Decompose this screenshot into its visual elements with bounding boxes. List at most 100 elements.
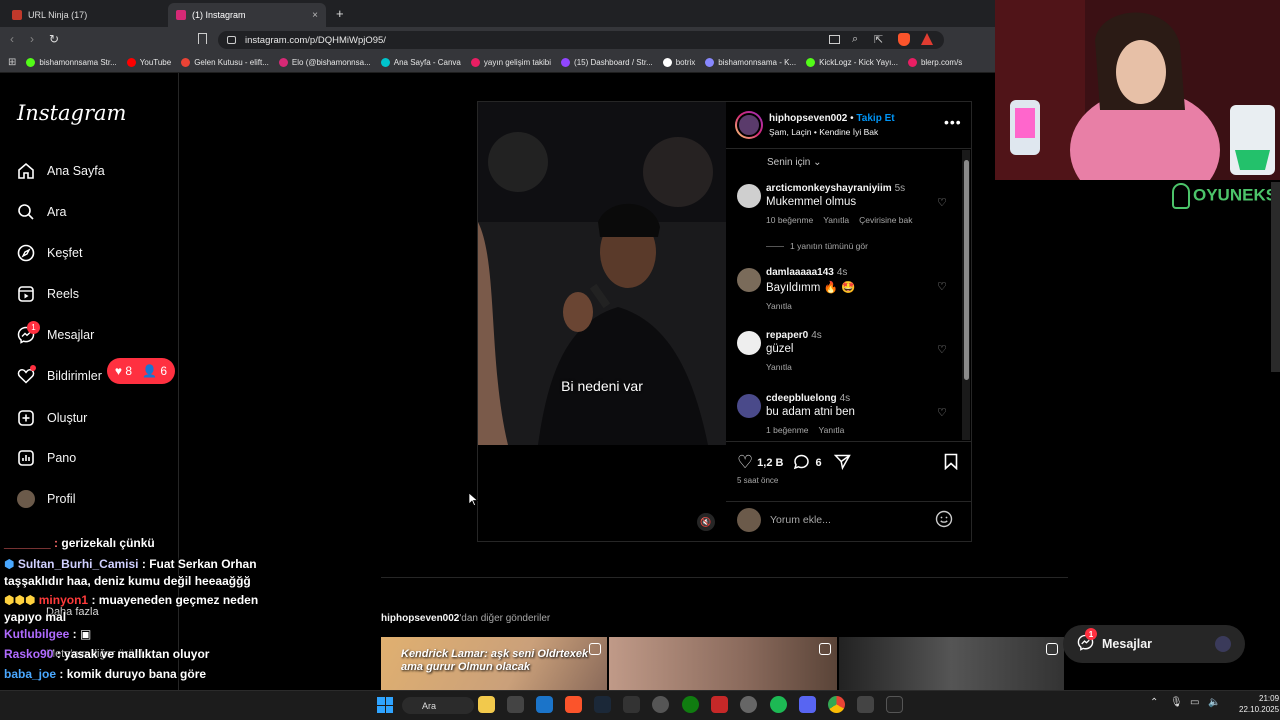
taskbar-search[interactable]: Ara [402,697,474,714]
comment-user[interactable]: damlaaaaa143 4s [766,267,957,278]
comment-avatar[interactable] [737,184,761,208]
capcut-icon[interactable] [886,696,903,713]
brave-icon[interactable] [565,696,582,713]
site-info-icon[interactable] [227,36,236,44]
comment-sort[interactable]: Senin için ⌄ [767,157,822,168]
share-icon[interactable] [833,453,851,473]
comment-user[interactable]: cdeepbluelong 4s [766,393,957,404]
bookmark-item[interactable]: botrix [662,58,695,67]
comment-likes[interactable]: 10 beğenme [766,215,813,225]
post-audio-location[interactable]: Şam, Laçin • Kendine İyi Bak [769,127,878,137]
bookmark-item[interactable]: (15) Dashboard / Str... [561,58,653,67]
like-count[interactable]: 1,2 B [757,457,783,469]
comment-icon[interactable] [793,453,810,473]
comment-avatar[interactable] [737,268,761,292]
store-icon[interactable] [507,696,524,713]
discord-icon[interactable] [799,696,816,713]
app-icon[interactable] [711,696,728,713]
forward-icon[interactable]: › [30,32,34,46]
network-icon[interactable]: ▭ [1190,697,1199,708]
post-timestamp[interactable]: 5 saat önce [737,476,778,485]
notification-summary-pill[interactable]: ♥ 8 👤 6 [107,358,175,384]
emoji-icon[interactable] [935,510,953,533]
chrome-icon[interactable] [828,696,845,713]
comment-likes[interactable]: 1 beğenme [766,425,809,435]
bookmark-item[interactable]: Gelen Kutusu - elift... [181,58,269,67]
sidebar-item-reels[interactable]: Reels [17,279,167,309]
volume-icon[interactable]: 🔈 [1208,697,1220,708]
like-icon[interactable]: ♡ [737,452,753,473]
author-username[interactable]: hiphopseven002 [769,113,847,124]
reload-icon[interactable]: ↻ [49,32,59,46]
more-post-thumbnail[interactable] [839,637,1064,690]
comment-like-icon[interactable]: ♡ [937,196,947,209]
author-avatar[interactable] [735,111,763,139]
comment-avatar[interactable] [737,394,761,418]
mute-icon[interactable]: 🔇 [697,513,715,531]
translate-button[interactable]: Çevirisine bak [859,215,912,225]
bookmark-item[interactable]: yayın gelişim takibi [470,58,551,67]
xbox-icon[interactable] [682,696,699,713]
sidebar-item-dashboard[interactable]: Pano [17,443,167,473]
chevron-up-icon[interactable]: ⌃ [1150,697,1158,708]
comment-like-icon[interactable]: ♡ [937,280,947,293]
cast-icon[interactable] [829,35,840,44]
sidebar-item-home[interactable]: Ana Sayfa [17,156,167,186]
spotify-icon[interactable] [770,696,787,713]
reply-button[interactable]: Yanıtla [823,215,849,225]
comment-avatar[interactable] [737,331,761,355]
epic-games-icon[interactable] [623,696,640,713]
file-explorer-icon[interactable] [478,696,495,713]
share-icon[interactable]: ⇱ [874,33,883,46]
view-replies-button[interactable]: 1 yanıtın tümünü gör [766,241,868,251]
system-clock[interactable]: 21:09 22.10.2025 [1239,693,1279,715]
instagram-logo[interactable]: Instagram [17,101,126,125]
comment-user[interactable]: repaper0 4s [766,330,957,341]
messages-floating-button[interactable]: 1 Mesajlar [1063,625,1245,663]
reply-button[interactable]: Yanıtla [766,301,792,311]
more-post-thumbnail[interactable]: Kendrick Lamar: aşk seni Oldrtexek ama g… [381,637,607,690]
close-tab-icon[interactable]: × [312,10,318,21]
bookmark-item[interactable]: bishamonnsama - K... [705,58,796,67]
bookmark-item[interactable]: bishamonnsama Str... [26,58,117,67]
new-tab-button[interactable]: + [336,6,344,21]
sidebar-item-explore[interactable]: Keşfet [17,238,167,268]
author-username[interactable]: hiphopseven002 [381,613,459,624]
obs-icon[interactable] [652,696,669,713]
sidebar-item-profile[interactable]: Profil [17,484,167,514]
bookmark-item[interactable]: KickLogz - Kick Yayı... [806,58,898,67]
reply-button[interactable]: Yanıtla [766,362,792,372]
bookmark-page-icon[interactable] [198,33,207,44]
steam-icon[interactable] [594,696,611,713]
comment-user[interactable]: arcticmonkeyshayraniyiim 5s [766,183,957,194]
more-post-thumbnail[interactable] [609,637,837,690]
sidebar-item-search[interactable]: Ara [17,197,167,227]
follow-button[interactable]: Takip Et [856,113,894,124]
davinci-icon[interactable] [857,696,874,713]
tab-url-ninja[interactable]: URL Ninja (17) [4,3,166,27]
video-letterbox [478,445,726,541]
reply-button[interactable]: Yanıtla [819,425,845,435]
settings-icon[interactable] [740,696,757,713]
bookmark-item[interactable]: YouTube [126,58,171,67]
bookmark-item[interactable]: Ana Sayfa - Canva [380,58,461,67]
windows-start-icon[interactable] [377,697,393,713]
more-options-icon[interactable]: ••• [944,114,962,130]
save-icon[interactable] [944,453,958,475]
page-scrollbar[interactable] [1271,182,1280,372]
comment-like-icon[interactable]: ♡ [937,406,947,419]
apps-grid-icon[interactable]: ⊞ [8,57,16,68]
bookmark-item[interactable]: blerp.com/s [907,58,962,67]
back-icon[interactable]: ‹ [10,32,14,46]
comment-like-icon[interactable]: ♡ [937,343,947,356]
zoom-icon[interactable]: ⌕ [852,33,858,46]
mail-icon[interactable] [536,696,553,713]
microphone-icon[interactable]: 🎙 [1170,697,1183,708]
comment-input[interactable]: Yorum ekle... [770,514,831,526]
tab-instagram[interactable]: (1) Instagram × [168,3,326,27]
sidebar-item-messages[interactable]: 1 Mesajlar [17,320,167,350]
brave-shield-icon[interactable] [898,33,910,46]
bookmark-item[interactable]: Elo (@bishamonnsa... [278,58,371,67]
sidebar-item-create[interactable]: Oluştur [17,403,167,433]
scrollbar-thumb[interactable] [964,160,969,380]
